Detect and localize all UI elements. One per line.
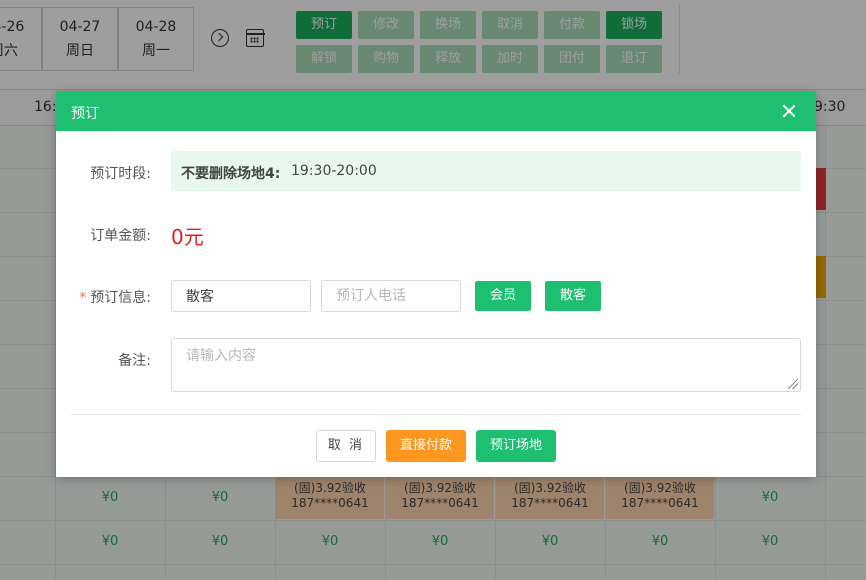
booker-name-input[interactable] — [171, 280, 311, 312]
info-label-text: 预订信息: — [90, 290, 151, 306]
period-display: 不要删除场地4: 19:30-20:00 — [171, 151, 801, 191]
amount-label: 订单金额: — [90, 228, 151, 244]
period-label: 预订时段: — [90, 166, 151, 182]
close-icon[interactable] — [782, 104, 796, 118]
court-name: 不要删除场地4: — [181, 166, 281, 182]
guest-button[interactable]: 散客 — [545, 281, 601, 311]
booking-dialog: 预订 预订时段: 不要删除场地4: 19:30-20:00 订单金额: 0元 *… — [56, 91, 816, 477]
dialog-header: 预订 — [56, 91, 816, 131]
book-court-button[interactable]: 预订场地 — [476, 430, 556, 462]
period-time: 19:30-20:00 — [291, 163, 377, 179]
order-amount: 0元 — [171, 225, 204, 249]
remark-textarea[interactable] — [171, 338, 801, 392]
direct-pay-button[interactable]: 直接付款 — [386, 430, 466, 462]
remark-label: 备注: — [118, 353, 151, 369]
cancel-button[interactable]: 取 消 — [316, 430, 376, 462]
booker-phone-input[interactable] — [321, 280, 461, 312]
resize-handle-icon[interactable] — [785, 376, 799, 390]
info-label: * 预订信息: — [79, 287, 151, 307]
dialog-divider — [71, 414, 801, 415]
member-button[interactable]: 会员 — [475, 281, 531, 311]
dialog-title: 预订 — [71, 106, 99, 122]
required-mark: * — [79, 290, 87, 306]
